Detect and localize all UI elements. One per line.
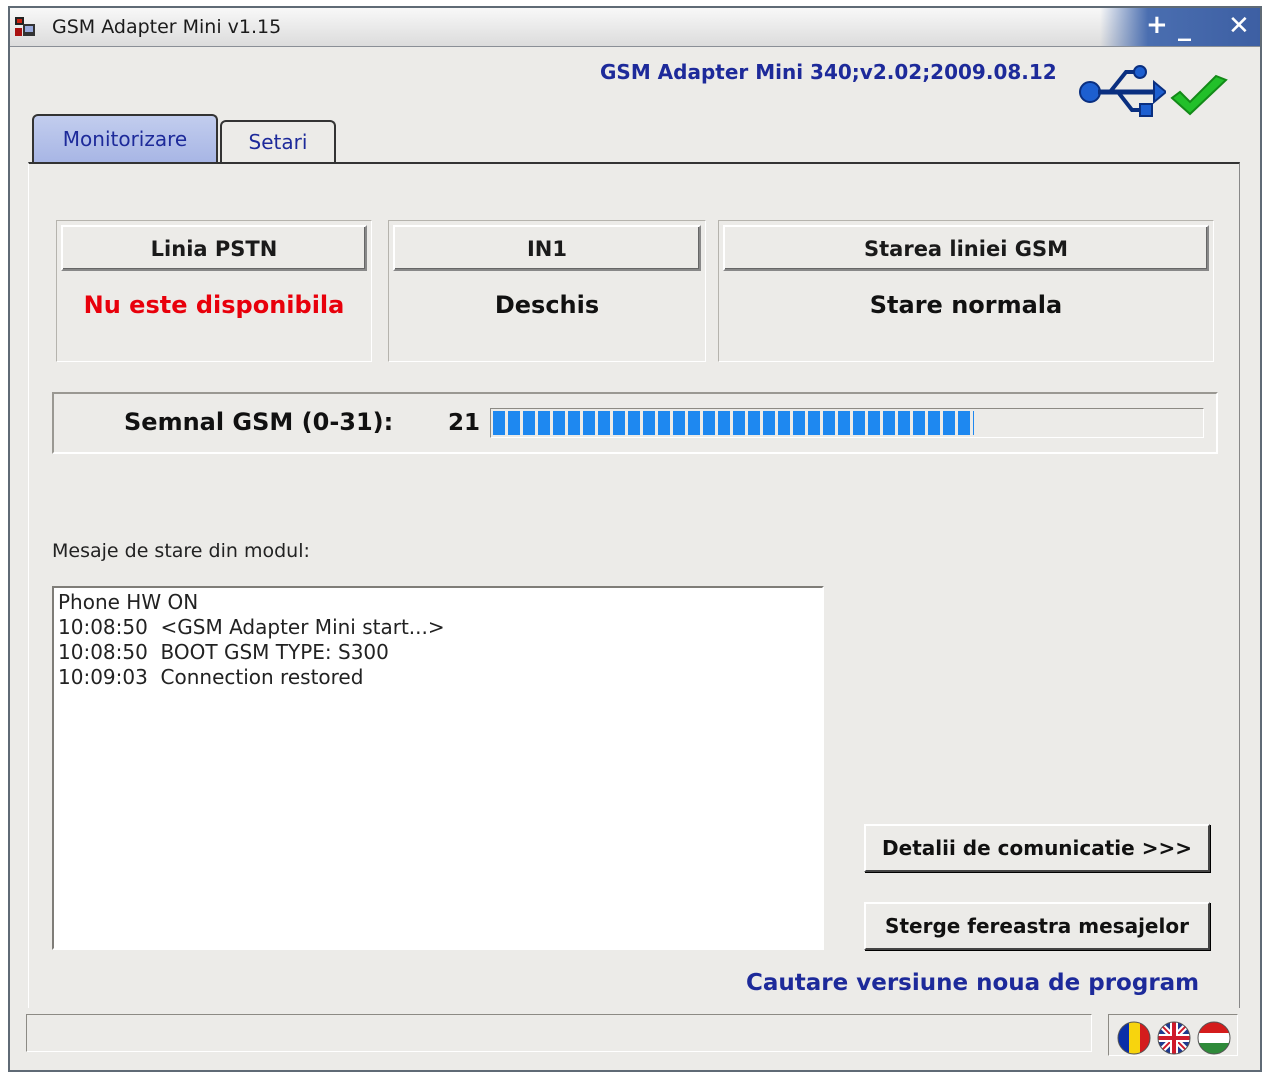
in1-value: Deschis	[494, 291, 600, 319]
close-button[interactable]: ✕	[1228, 11, 1250, 41]
in1-status-box: IN1 Deschis	[388, 220, 706, 362]
check-update-link[interactable]: Cautare versiune noua de program	[746, 970, 1199, 996]
maximize-button[interactable]: +	[1146, 10, 1168, 40]
window-controls: + _ ✕	[1100, 8, 1260, 46]
title-bar[interactable]: GSM Adapter Mini v1.15 + _ ✕	[10, 8, 1260, 47]
in1-header: IN1	[393, 225, 701, 271]
messages-label: Mesaje de stare din modul:	[52, 540, 310, 562]
status-bar	[26, 1014, 1092, 1052]
signal-strength-bar	[490, 408, 1204, 438]
gsm-value: Stare normala	[869, 291, 1063, 319]
checkmark-icon	[1170, 74, 1228, 116]
version-info: GSM Adapter Mini 340;v2.02;2009.08.12	[600, 60, 1057, 84]
clear-messages-button[interactable]: Sterge fereastra mesajelor	[864, 902, 1210, 950]
pstn-header: Linia PSTN	[61, 225, 367, 271]
signal-strength-fill	[493, 411, 974, 435]
message-line: 10:09:03 Connection restored	[58, 665, 364, 689]
messages-log[interactable]: Phone HW ON 10:08:50 <GSM Adapter Mini s…	[52, 586, 824, 950]
gsm-header: Starea liniei GSM	[723, 225, 1209, 271]
pstn-status-box: Linia PSTN Nu este disponibila	[56, 220, 372, 362]
message-line: Phone HW ON	[58, 590, 199, 614]
tab-setari[interactable]: Setari	[220, 120, 336, 162]
usb-icon	[1079, 65, 1166, 117]
window-title: GSM Adapter Mini v1.15	[52, 16, 282, 38]
minimize-button[interactable]: _	[1178, 12, 1191, 42]
app-window: GSM Adapter Mini v1.15 + _ ✕ GSM Adapter…	[8, 6, 1262, 1072]
gsm-signal-panel: Semnal GSM (0-31): 21	[52, 392, 1218, 454]
language-selector	[1108, 1014, 1238, 1056]
communication-details-button[interactable]: Detalii de comunicatie >>>	[864, 824, 1210, 872]
tab-monitorizare[interactable]: Monitorizare	[32, 114, 218, 162]
gsm-status-box: Starea liniei GSM Stare normala	[718, 220, 1214, 362]
signal-value: 21	[448, 410, 481, 436]
pstn-value: Nu este disponibila	[83, 291, 345, 319]
message-line: 10:08:50 <GSM Adapter Mini start...>	[58, 615, 445, 639]
romanian-flag-icon[interactable]	[1117, 1021, 1151, 1055]
hungarian-flag-icon[interactable]	[1197, 1021, 1231, 1055]
uk-flag-icon[interactable]	[1157, 1021, 1191, 1055]
signal-label: Semnal GSM (0-31):	[124, 408, 394, 436]
message-line: 10:08:50 BOOT GSM TYPE: S300	[58, 640, 389, 664]
app-icon	[15, 17, 35, 36]
